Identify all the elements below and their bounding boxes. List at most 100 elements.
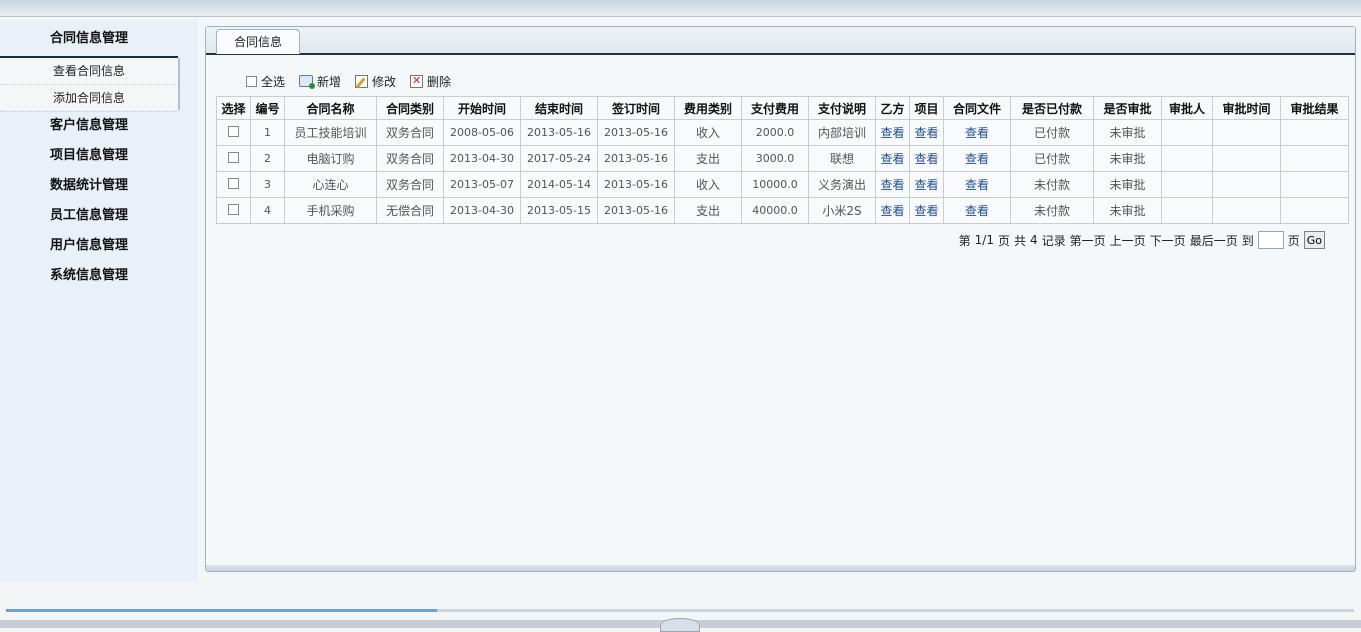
goto-prefix: 到 [1241, 233, 1254, 248]
view-file-link[interactable]: 查看 [965, 152, 989, 166]
row-checkbox[interactable] [228, 151, 239, 163]
cell-approved: 未审批 [1093, 171, 1162, 198]
cell-approve-time [1212, 119, 1281, 146]
sidebar-item-project[interactable]: 项目信息管理 [0, 144, 178, 174]
cell-approver [1161, 197, 1213, 224]
cell-category: 无偿合同 [376, 197, 444, 224]
table-row: 2 电脑订购 双务合同 2013-04-30 2017-05-24 2013-0… [216, 145, 1349, 172]
cell-fee-type: 支出 [674, 197, 742, 224]
progress-bar [6, 609, 1354, 612]
column-header: 支付说明 [808, 96, 876, 120]
view-project-link[interactable]: 查看 [914, 152, 938, 166]
cell-fee: 2000.0 [741, 119, 809, 146]
delete-label: 删除 [427, 74, 452, 89]
delete-button[interactable]: 删除 [410, 73, 451, 90]
main-panel: 合同信息 全选 新增 修改 删除 选择 编 [205, 26, 1356, 572]
cell-file: 查看 [943, 145, 1011, 172]
cell-paid: 已付款 [1010, 145, 1094, 172]
row-checkbox[interactable] [228, 125, 239, 137]
column-header: 选择 [216, 96, 251, 120]
column-header: 开始时间 [443, 96, 521, 120]
cell-category: 双务合同 [376, 119, 444, 146]
prev-page-link[interactable]: 上一页 [1110, 232, 1146, 249]
edit-label: 修改 [372, 74, 397, 89]
pager-page: 1/1 [974, 233, 994, 247]
checkbox-icon[interactable] [246, 75, 257, 87]
view-party-b-link[interactable]: 查看 [880, 178, 904, 192]
row-select-cell [216, 145, 251, 172]
cell-file: 查看 [943, 171, 1011, 198]
pager-prefix: 第 [958, 233, 971, 248]
cell-name: 员工技能培训 [284, 119, 377, 146]
tab-contract-info[interactable]: 合同信息 [216, 29, 300, 54]
row-checkbox[interactable] [228, 203, 239, 215]
cell-end: 2013-05-16 [520, 119, 598, 146]
row-checkbox[interactable] [228, 177, 239, 189]
cell-fee-type: 收入 [674, 171, 742, 198]
cell-id: 4 [250, 197, 285, 224]
table-header-row: 选择 编号 合同名称 合同类别 开始时间 结束时间 签订时间 费用类别 支付费用… [216, 96, 1349, 120]
cell-project: 查看 [909, 171, 944, 198]
sidebar-title-contract[interactable]: 合同信息管理 [0, 28, 178, 59]
cell-id: 2 [250, 145, 285, 172]
cell-start: 2013-04-30 [443, 145, 521, 172]
sidebar-item-customer[interactable]: 客户信息管理 [0, 114, 178, 144]
sidebar-item-statistics[interactable]: 数据统计管理 [0, 174, 178, 204]
cell-end: 2017-05-24 [520, 145, 598, 172]
column-header: 编号 [250, 96, 285, 120]
go-button[interactable]: Go [1303, 231, 1325, 249]
cell-approved: 未审批 [1093, 119, 1162, 146]
edit-button[interactable]: 修改 [355, 73, 396, 90]
view-file-link[interactable]: 查看 [965, 178, 989, 192]
cell-approver [1161, 145, 1213, 172]
table-row: 4 手机采购 无偿合同 2013-04-30 2013-05-15 2013-0… [216, 197, 1349, 224]
view-project-link[interactable]: 查看 [914, 126, 938, 140]
column-header: 审批人 [1161, 96, 1213, 120]
sidebar-item-view-contract[interactable]: 查看合同信息 [0, 58, 178, 85]
bottom-handle[interactable] [660, 618, 700, 632]
sidebar-item-employee[interactable]: 员工信息管理 [0, 204, 178, 234]
select-all-button[interactable]: 全选 [246, 73, 285, 90]
view-party-b-link[interactable]: 查看 [880, 152, 904, 166]
column-header: 合同类别 [376, 96, 444, 120]
view-party-b-link[interactable]: 查看 [880, 204, 904, 218]
sidebar-item-user[interactable]: 用户信息管理 [0, 234, 178, 264]
pagination: 第 1/1 页 共 4 记录 第一页 上一页 下一页 最后一页 到 页 Go [959, 231, 1325, 249]
column-header: 合同名称 [284, 96, 377, 120]
cell-signed: 2013-05-16 [597, 145, 675, 172]
column-header: 费用类别 [674, 96, 742, 120]
cell-end: 2014-05-14 [520, 171, 598, 198]
cell-start: 2013-05-07 [443, 171, 521, 198]
sidebar-menu: 客户信息管理 项目信息管理 数据统计管理 员工信息管理 用户信息管理 系统信息管… [0, 114, 178, 294]
sidebar-item-system[interactable]: 系统信息管理 [0, 264, 178, 294]
cell-approve-result [1280, 119, 1349, 146]
add-button[interactable]: 新增 [299, 73, 341, 90]
cell-fee-note: 内部培训 [808, 119, 876, 146]
first-page-link[interactable]: 第一页 [1070, 232, 1106, 249]
view-party-b-link[interactable]: 查看 [880, 126, 904, 140]
view-project-link[interactable]: 查看 [914, 204, 938, 218]
cell-party-b: 查看 [875, 171, 910, 198]
column-header: 审批结果 [1280, 96, 1349, 120]
table-row: 1 员工技能培训 双务合同 2008-05-06 2013-05-16 2013… [216, 119, 1349, 146]
cell-start: 2013-04-30 [443, 197, 521, 224]
cell-paid: 未付款 [1010, 171, 1094, 198]
cell-fee: 3000.0 [741, 145, 809, 172]
cell-end: 2013-05-15 [520, 197, 598, 224]
cell-paid: 未付款 [1010, 197, 1094, 224]
sidebar: 合同信息管理 查看合同信息 添加合同信息 客户信息管理 项目信息管理 数据统计管… [0, 20, 198, 582]
cell-fee: 10000.0 [741, 171, 809, 198]
cell-party-b: 查看 [875, 197, 910, 224]
sidebar-item-add-contract[interactable]: 添加合同信息 [0, 85, 178, 112]
view-file-link[interactable]: 查看 [965, 126, 989, 140]
view-file-link[interactable]: 查看 [965, 204, 989, 218]
cell-paid: 已付款 [1010, 119, 1094, 146]
column-header: 支付费用 [741, 96, 809, 120]
next-page-link[interactable]: 下一页 [1150, 232, 1186, 249]
column-header: 是否已付款 [1010, 96, 1094, 120]
view-project-link[interactable]: 查看 [914, 178, 938, 192]
goto-page-input[interactable] [1257, 231, 1284, 249]
last-page-link[interactable]: 最后一页 [1190, 232, 1238, 249]
row-select-cell [216, 197, 251, 224]
cell-project: 查看 [909, 197, 944, 224]
